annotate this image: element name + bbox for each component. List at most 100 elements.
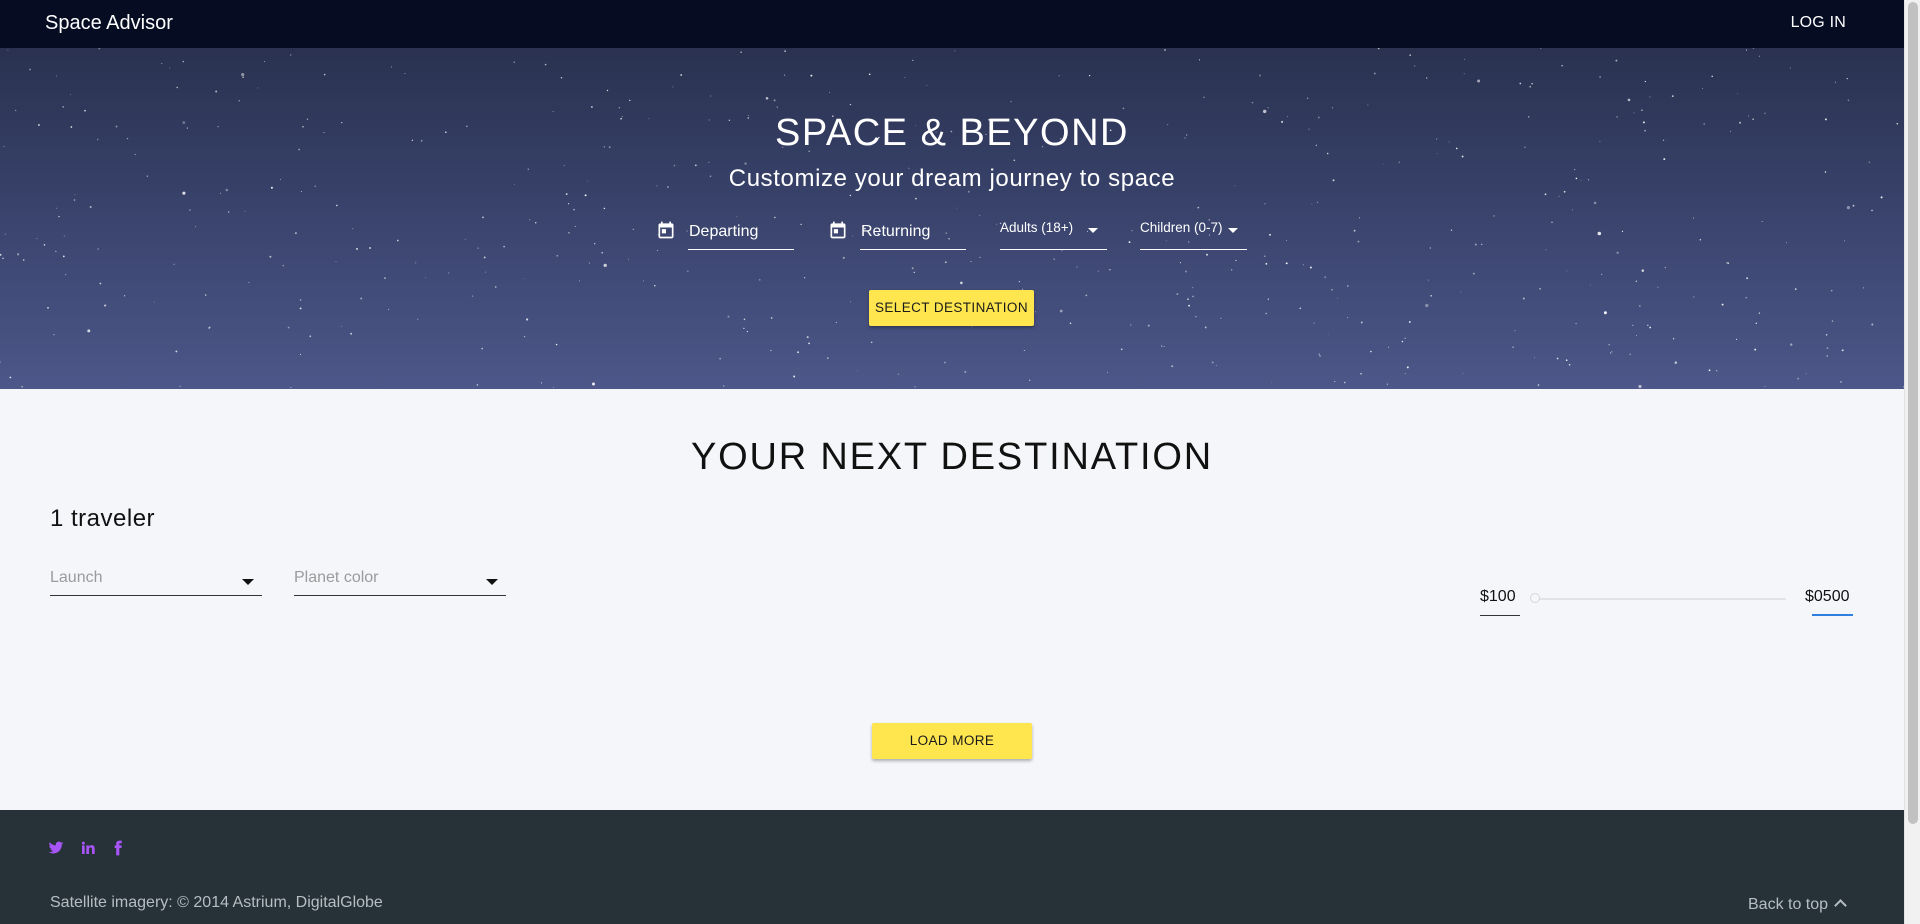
star <box>1187 298 1189 300</box>
twitter-icon[interactable] <box>48 840 64 856</box>
star <box>1531 83 1533 85</box>
launch-dropdown[interactable]: Launch <box>50 566 262 596</box>
vertical-scrollbar[interactable] <box>1904 0 1920 924</box>
price-max-input[interactable]: $0500 <box>1805 588 1850 606</box>
departing-date-field[interactable]: Departing <box>656 218 796 250</box>
star <box>603 207 606 210</box>
star <box>783 74 786 76</box>
star <box>913 271 915 274</box>
star <box>1534 357 1536 359</box>
star <box>1069 322 1072 325</box>
star <box>1519 82 1522 85</box>
star <box>1387 346 1390 348</box>
load-more-button[interactable]: LOAD MORE <box>872 723 1032 759</box>
star <box>1097 270 1099 272</box>
star <box>1830 289 1833 292</box>
star <box>1211 361 1214 364</box>
star <box>594 243 596 245</box>
star <box>503 245 505 248</box>
back-to-top-link[interactable]: Back to top <box>1748 896 1847 914</box>
children-select[interactable]: Children (0-7) <box>1140 218 1247 250</box>
star <box>2 257 4 260</box>
star <box>384 277 386 279</box>
star <box>870 341 873 344</box>
star <box>964 370 967 373</box>
star <box>1088 74 1091 77</box>
star <box>606 89 609 92</box>
star <box>1736 93 1738 95</box>
star <box>1204 326 1207 329</box>
star <box>1263 255 1266 258</box>
star <box>1843 240 1846 242</box>
star <box>350 332 353 335</box>
star <box>1826 355 1828 357</box>
star <box>53 334 55 336</box>
star <box>568 231 570 234</box>
star <box>1198 59 1201 61</box>
returning-date-field[interactable]: Returning <box>828 218 968 250</box>
star <box>708 161 710 163</box>
star <box>1755 322 1758 325</box>
footer: Satellite imagery: © 2014 Astrium, Digit… <box>0 810 1904 924</box>
star <box>523 278 525 279</box>
star <box>1590 284 1592 286</box>
star <box>944 261 947 264</box>
star <box>1638 384 1642 389</box>
star <box>1711 75 1713 78</box>
star <box>74 194 76 196</box>
adults-select[interactable]: Adults (18+) <box>1000 218 1107 250</box>
star <box>1176 293 1179 296</box>
linkedin-icon[interactable] <box>80 840 96 856</box>
star <box>740 51 742 53</box>
launch-underline <box>50 595 262 596</box>
star <box>1568 363 1571 366</box>
star <box>62 106 65 108</box>
star <box>1106 371 1108 373</box>
star <box>849 194 852 197</box>
scrollbar-thumb[interactable] <box>1908 2 1918 824</box>
login-button[interactable]: LOG IN <box>1791 14 1846 32</box>
star <box>523 335 526 338</box>
star <box>73 199 76 201</box>
star <box>1664 266 1666 269</box>
star <box>573 208 575 211</box>
star <box>1425 303 1429 308</box>
star <box>1029 379 1031 381</box>
star <box>1657 286 1659 288</box>
star <box>21 385 23 388</box>
top-app-bar: Space Advisor LOG IN <box>0 0 1904 48</box>
price-slider-track[interactable] <box>1534 598 1786 600</box>
caret-down-icon <box>1088 228 1098 233</box>
star <box>1539 287 1541 290</box>
star <box>996 223 998 225</box>
star <box>1331 106 1334 109</box>
star <box>1571 209 1573 211</box>
price-min-input[interactable]: $100 <box>1480 588 1520 606</box>
star <box>1649 326 1652 329</box>
back-to-top-label: Back to top <box>1748 896 1829 913</box>
brand-title[interactable]: Space Advisor <box>45 12 173 35</box>
star <box>417 318 419 320</box>
star <box>1360 321 1363 324</box>
star <box>565 193 568 196</box>
star <box>89 206 92 208</box>
star <box>448 272 450 274</box>
star <box>1179 262 1182 264</box>
star <box>1752 48 1755 50</box>
departing-underline <box>688 249 794 250</box>
price-slider-thumb[interactable] <box>1530 593 1540 603</box>
star <box>1565 359 1568 362</box>
star <box>176 86 178 89</box>
star <box>299 307 302 310</box>
star <box>1313 322 1315 324</box>
facebook-icon[interactable] <box>110 840 126 856</box>
star <box>1761 220 1763 223</box>
star <box>1269 233 1271 236</box>
star <box>482 216 484 219</box>
star <box>1311 203 1313 205</box>
planet-color-dropdown[interactable]: Planet color <box>294 566 506 596</box>
star <box>153 301 155 303</box>
select-destination-button[interactable]: SELECT DESTINATION <box>869 290 1034 326</box>
star <box>43 244 46 246</box>
star <box>1353 229 1356 232</box>
